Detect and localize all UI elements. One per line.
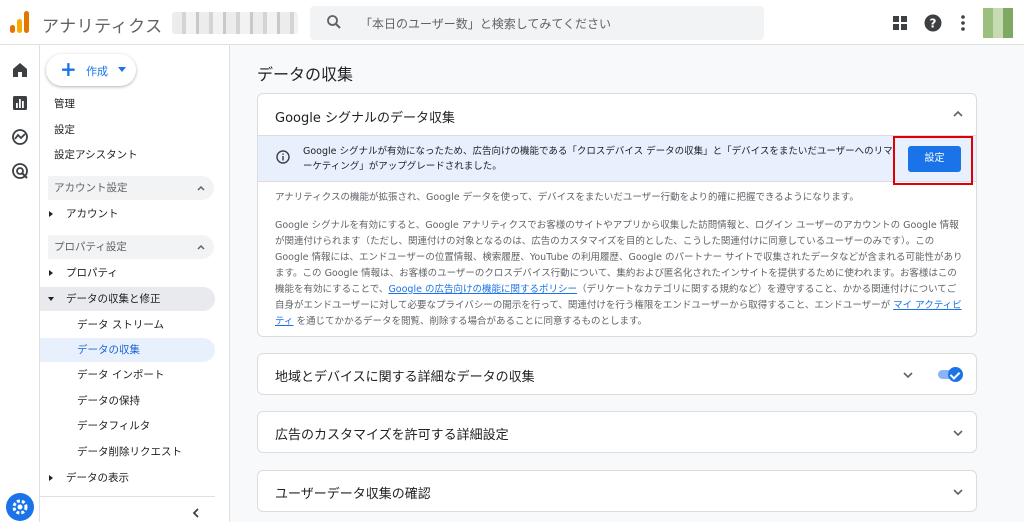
chevron-down-icon[interactable] — [902, 369, 914, 381]
advertising-icon[interactable] — [10, 161, 30, 181]
main-content: データの収集 Google シグナルのデータ収集 Google シグナルが有効に… — [230, 45, 1024, 522]
search-input[interactable]: 「本日のユーザー数」と検索してみてください — [360, 15, 611, 32]
settings-button[interactable]: 設定 — [908, 146, 961, 172]
banner-text: Google シグナルが有効になったため、広告向けの機能である「クロスデバイス … — [303, 146, 893, 172]
account-selector[interactable] — [172, 12, 298, 34]
create-button-label: 作成 — [86, 65, 108, 78]
user-data-collection-card[interactable]: ユーザーデータ収集の確認 — [257, 470, 977, 512]
expand-arrow-icon — [49, 211, 53, 217]
sidebar-item-label: アカウント — [66, 208, 119, 220]
sidebar-section-property-settings[interactable]: プロパティ設定 — [48, 235, 214, 259]
sidebar-item-data-filters[interactable]: データフィルタ — [40, 414, 215, 438]
help-icon[interactable]: ? — [923, 13, 943, 33]
expand-arrow-icon — [49, 270, 53, 276]
ads-personalization-card[interactable]: 広告のカスタマイズを許可する詳細設定 — [257, 411, 977, 453]
page-title: データの収集 — [257, 65, 354, 84]
description-paragraph: アナリティクスの機能が拡張され、Google データを使って、デバイスをまたいだ… — [275, 192, 859, 203]
sidebar-item-data-deletion-requests[interactable]: データ削除リクエスト — [40, 440, 215, 464]
sidebar-item-label: データの表示 — [66, 472, 129, 484]
sidebar-item-label: プロパティ — [66, 267, 118, 279]
sidebar-item-property[interactable]: プロパティ — [40, 261, 215, 285]
reports-icon[interactable] — [10, 93, 30, 113]
collapse-sidebar-icon[interactable] — [190, 507, 202, 519]
section-label: アカウント設定 — [54, 182, 128, 194]
paragraph-text: を通じてかかるデータを閲覧、削除する場合があることに同意するものとします。 — [293, 316, 648, 327]
create-button[interactable]: + 作成 — [46, 54, 136, 86]
chevron-down-icon[interactable] — [952, 427, 964, 439]
top-app-bar: アナリティクス 「本日のユーザー数」と検索してみてください ? — [0, 0, 1024, 45]
section-label: プロパティ設定 — [54, 241, 127, 253]
sidebar-section-account-settings[interactable]: アカウント設定 — [48, 176, 214, 200]
chevron-up-icon — [197, 244, 205, 250]
card-title: 地域とデバイスに関する詳細なデータの収集 — [275, 370, 535, 385]
explore-icon[interactable] — [10, 127, 30, 147]
admin-settings-button[interactable] — [6, 493, 34, 521]
plus-icon: + — [60, 57, 77, 81]
analytics-logo-icon[interactable] — [10, 11, 30, 33]
expand-arrow-icon — [49, 475, 53, 481]
sidebar-item-data-collection-modification[interactable]: データの収集と修正 — [40, 287, 215, 311]
apps-grid-icon[interactable] — [890, 13, 910, 33]
granular-data-card[interactable]: 地域とデバイスに関する詳細なデータの収集 — [257, 353, 977, 395]
collapse-arrow-icon — [48, 297, 54, 301]
chevron-up-icon[interactable] — [952, 108, 964, 120]
google-signals-card: Google シグナルのデータ収集 Google シグナルが有効になったため、広… — [257, 93, 977, 337]
avatar[interactable] — [983, 8, 1013, 38]
svg-text:?: ? — [930, 17, 937, 31]
chevron-down-icon[interactable] — [952, 486, 964, 498]
search-bar[interactable]: 「本日のユーザー数」と検索してみてください — [310, 6, 764, 40]
sidebar-item-data-streams[interactable]: データ ストリーム — [40, 313, 215, 337]
granular-data-toggle[interactable] — [938, 367, 964, 382]
home-icon[interactable] — [10, 60, 30, 80]
app-title: アナリティクス — [42, 17, 163, 37]
admin-sidebar: + 作成 管理 設定 設定アシスタント アカウント設定 アカウント プロパティ設… — [40, 45, 230, 522]
info-banner: Google シグナルが有効になったため、広告向けの機能である「クロスデバイス … — [258, 135, 976, 185]
divider — [40, 496, 215, 497]
sidebar-item-admin[interactable]: 管理 — [40, 92, 215, 116]
sidebar-item-label: データの収集と修正 — [66, 293, 161, 305]
info-icon — [276, 150, 290, 164]
sidebar-item-data-collection[interactable]: データの収集 — [40, 338, 215, 362]
caret-down-icon — [118, 67, 126, 72]
sidebar-item-account[interactable]: アカウント — [40, 202, 215, 226]
ads-policy-link[interactable]: Google の広告向けの機能に関するポリシー — [388, 284, 577, 295]
card-title: Google シグナルのデータ収集 — [275, 111, 455, 126]
sidebar-item-setup-assistant[interactable]: 設定アシスタント — [40, 143, 215, 167]
chevron-up-icon — [197, 185, 205, 191]
privacy-paragraph: Google シグナルを有効にすると、Google アナリティクスでお客様のサイ… — [275, 218, 965, 330]
check-icon — [948, 367, 963, 382]
sidebar-item-data-import[interactable]: データ インポート — [40, 363, 215, 387]
more-vert-icon[interactable] — [953, 13, 973, 33]
sidebar-item-settings[interactable]: 設定 — [40, 118, 215, 142]
sidebar-item-data-retention[interactable]: データの保持 — [40, 389, 215, 413]
card-title: 広告のカスタマイズを許可する詳細設定 — [275, 428, 509, 443]
card-title: ユーザーデータ収集の確認 — [275, 487, 431, 502]
search-icon — [327, 15, 341, 29]
sidebar-item-data-display[interactable]: データの表示 — [40, 466, 215, 490]
navigation-rail — [0, 45, 40, 522]
settings-gear-icon — [12, 499, 28, 515]
